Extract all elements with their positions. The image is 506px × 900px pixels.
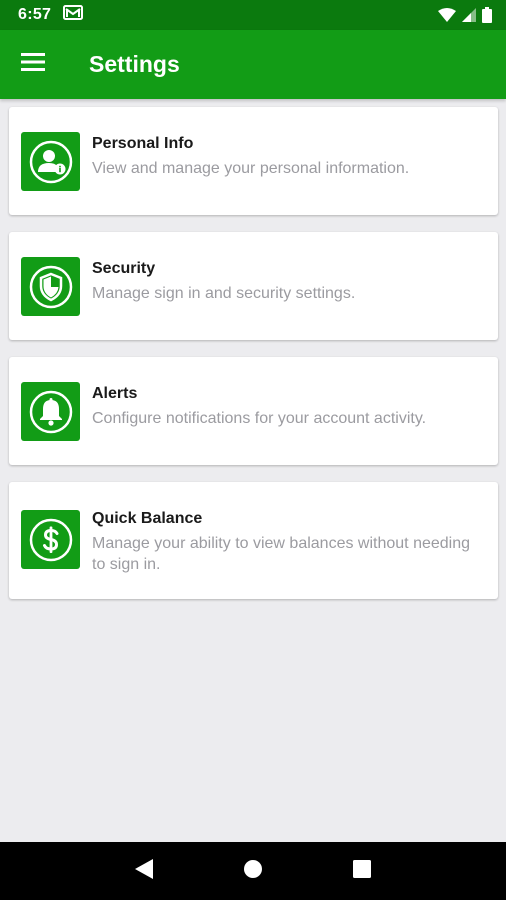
- settings-item-personal-info[interactable]: Personal Info View and manage your perso…: [9, 107, 498, 215]
- settings-item-title: Quick Balance: [92, 510, 203, 527]
- back-icon: [134, 858, 154, 885]
- settings-item-description: Configure notifications for your account…: [92, 410, 427, 427]
- home-icon: [243, 859, 263, 884]
- settings-list: Personal Info View and manage your perso…: [9, 107, 498, 599]
- wifi-icon: [438, 8, 456, 22]
- dollar-icon: [21, 510, 80, 569]
- menu-button[interactable]: [0, 30, 70, 99]
- nav-home-button[interactable]: [233, 851, 273, 891]
- settings-item-quick-balance[interactable]: Quick Balance Manage your ability to vie…: [9, 482, 498, 599]
- bell-icon: [21, 382, 80, 441]
- settings-item-title: Alerts: [92, 385, 138, 402]
- nav-back-button[interactable]: [124, 851, 164, 891]
- app-bar: Settings: [0, 30, 506, 99]
- settings-item-description: View and manage your personal informatio…: [92, 160, 410, 177]
- recents-icon: [352, 859, 371, 883]
- battery-icon: [482, 7, 492, 23]
- nav-recents-button[interactable]: [342, 851, 382, 891]
- settings-item-description: Manage sign in and security settings.: [92, 285, 356, 302]
- shield-icon: [21, 257, 80, 316]
- signal-icon: [462, 8, 476, 22]
- settings-item-security[interactable]: Security Manage sign in and security set…: [9, 232, 498, 340]
- status-bar: 6:57: [0, 0, 506, 30]
- system-nav-bar: [0, 842, 506, 900]
- hamburger-menu-icon: [21, 53, 45, 76]
- settings-item-description: Manage your ability to view balances wit…: [92, 535, 471, 573]
- settings-item-title: Personal Info: [92, 135, 194, 152]
- page-title: Settings: [89, 51, 180, 77]
- settings-item-alerts[interactable]: Alerts Configure notifications for your …: [9, 357, 498, 465]
- gmail-icon: [63, 5, 84, 25]
- settings-item-title: Security: [92, 260, 156, 277]
- status-time: 6:57: [18, 6, 52, 23]
- personal-info-icon: [21, 132, 80, 191]
